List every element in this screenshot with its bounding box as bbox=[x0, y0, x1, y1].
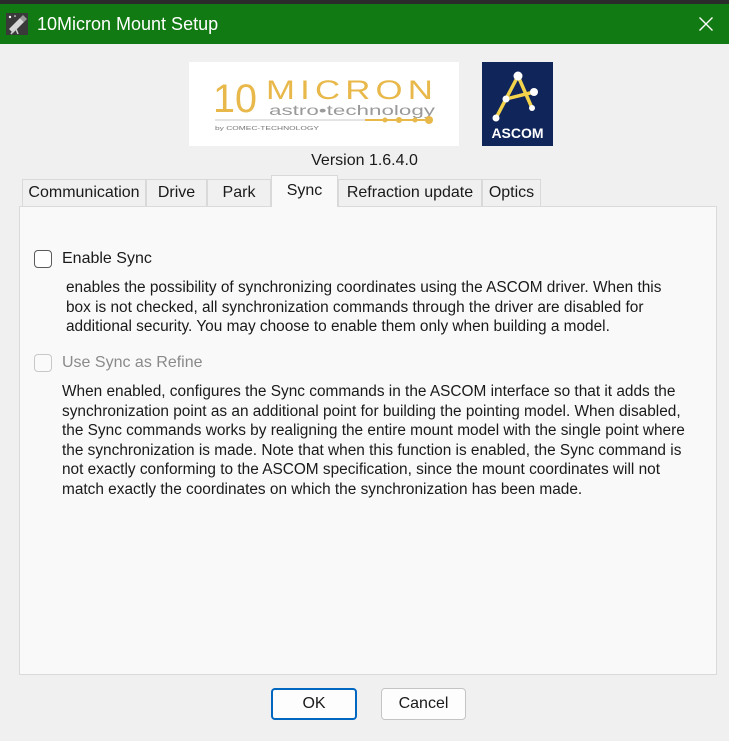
description-line: synchronization point as an additional p… bbox=[62, 402, 681, 420]
tab-communication[interactable]: Communication bbox=[22, 179, 146, 206]
description-line: additional security. You may choose to e… bbox=[66, 318, 610, 336]
close-icon bbox=[699, 17, 713, 31]
tab-drive[interactable]: Drive bbox=[146, 179, 207, 206]
telescope-app-icon bbox=[6, 13, 28, 35]
title-bar[interactable]: 10Micron Mount Setup bbox=[0, 4, 729, 44]
enable-sync-checkbox[interactable] bbox=[34, 250, 52, 268]
enable-sync-label[interactable]: Enable Sync bbox=[62, 250, 152, 268]
logo-tagline: astro•technology bbox=[269, 102, 435, 118]
tab-optics[interactable]: Optics bbox=[482, 179, 541, 206]
description-line: not exactly conforming to the ASCOM spec… bbox=[62, 461, 660, 479]
description-line: match exactly the coordinates on which t… bbox=[62, 480, 583, 498]
description-line: When enabled, configures the Sync comman… bbox=[62, 383, 676, 400]
dialog-client-area: 10 MICRON astro•technology by COMEC-TECH… bbox=[0, 44, 729, 741]
ascom-logo-text: ASCOM bbox=[491, 125, 543, 141]
logo-brand-digits: 10 bbox=[213, 77, 257, 121]
cancel-button[interactable]: Cancel bbox=[381, 688, 466, 720]
10micron-logo: 10 MICRON astro•technology by COMEC-TECH… bbox=[189, 62, 459, 146]
sync-refine-description: When enabled, configures the Sync comman… bbox=[62, 382, 685, 500]
tab-sync[interactable]: Sync bbox=[271, 175, 338, 207]
logo-brand-word: MICRON bbox=[266, 75, 438, 105]
ok-button[interactable]: OK bbox=[271, 688, 357, 720]
tab-park[interactable]: Park bbox=[207, 179, 271, 206]
description-line: enables the possibility of synchronizing… bbox=[66, 279, 662, 296]
sync-tab-panel: Enable Sync enables the possibility of s… bbox=[19, 206, 717, 675]
tab-refraction-update[interactable]: Refraction update bbox=[338, 179, 482, 206]
version-label: Version 1.6.4.0 bbox=[311, 152, 418, 169]
sync-refine-label: Use Sync as Refine bbox=[62, 354, 203, 371]
close-button[interactable] bbox=[683, 4, 729, 44]
ascom-logo: ASCOM bbox=[482, 62, 553, 146]
description-line: box is not checked, all synchronization … bbox=[66, 298, 644, 316]
sync-refine-checkbox bbox=[34, 354, 52, 372]
logo-byline: by COMEC-TECHNOLOGY bbox=[215, 126, 319, 132]
window-title: 10Micron Mount Setup bbox=[37, 14, 219, 34]
description-line: the Sync commands works by realigning th… bbox=[62, 422, 685, 440]
description-line: the synchronization is made. Note that w… bbox=[62, 441, 682, 459]
enable-sync-description: enables the possibility of synchronizing… bbox=[66, 278, 661, 337]
